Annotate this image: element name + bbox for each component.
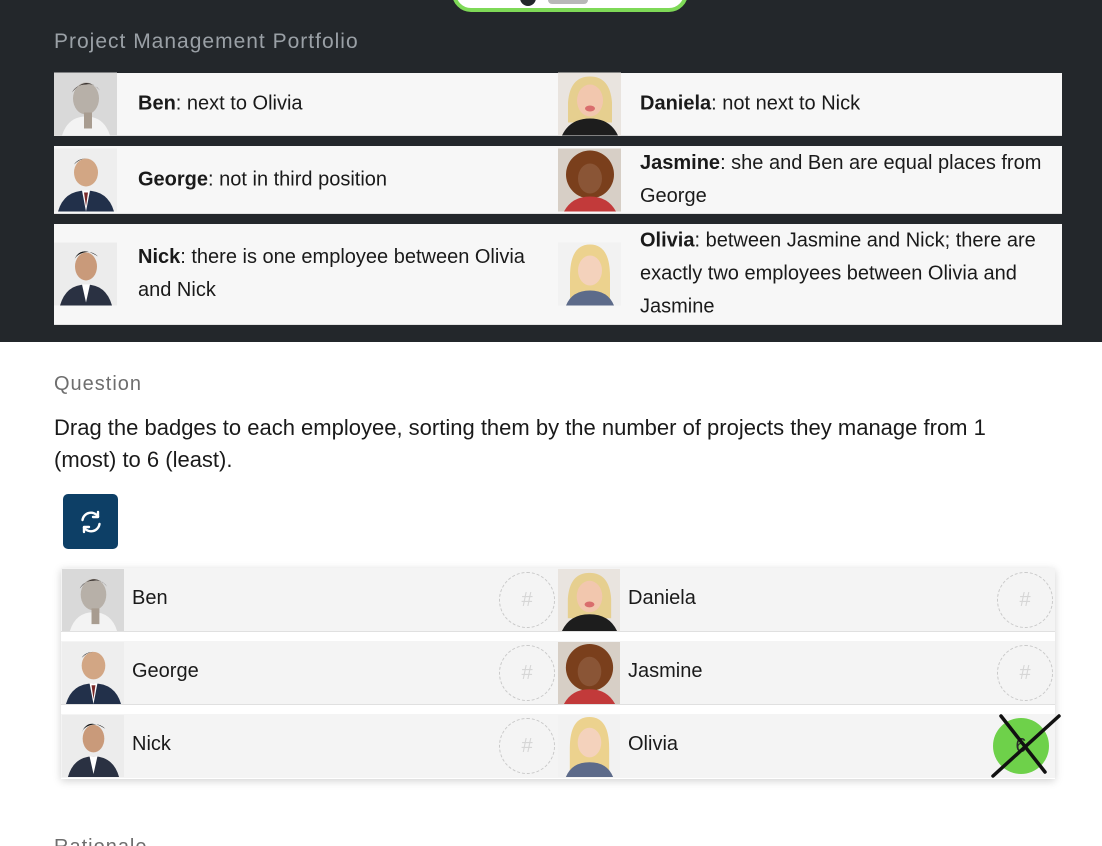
employee-name: Olivia <box>628 733 679 755</box>
daniela-photo <box>558 569 620 631</box>
clue-detail: : not in third position <box>208 168 388 190</box>
answer-ben[interactable]: Ben # <box>61 568 557 632</box>
badge-drop-slot[interactable]: # <box>499 718 555 774</box>
clue-george: George: not in third position <box>54 146 557 213</box>
answer-jasmine[interactable]: Jasmine # <box>557 641 1055 705</box>
pill-label-placeholder <box>548 0 588 4</box>
clue-detail: : not next to Nick <box>711 92 861 115</box>
jasmine-photo <box>558 148 621 211</box>
clue-name: Olivia <box>640 229 695 252</box>
badge-drop-slot[interactable]: # <box>997 572 1053 628</box>
jasmine-photo <box>558 642 620 704</box>
clue-row: George: not in third position Jasmine: s… <box>54 146 1062 214</box>
question-text: Drag the badges to each employee, sortin… <box>54 415 986 472</box>
answer-olivia[interactable]: Olivia 6 <box>557 714 1061 778</box>
clue-row: Nick: there is one employee between Oliv… <box>54 224 1062 325</box>
answer-nick[interactable]: Nick # <box>61 714 557 778</box>
clue-detail: : between Jasmine and Nick; there are ex… <box>640 229 1036 318</box>
clue-olivia: Olivia: between Jasmine and Nick; there … <box>557 224 1062 324</box>
daniela-photo <box>558 72 621 136</box>
portfolio-panel: Project Management Portfolio Ben: next t… <box>0 0 1102 342</box>
clue-name: George <box>138 168 209 190</box>
employee-name: George <box>132 660 199 682</box>
employee-name: Ben <box>132 587 168 609</box>
incorrect-cross-icon <box>991 714 1061 778</box>
badge-drop-slot[interactable]: # <box>499 572 555 628</box>
clue-name: Jasmine <box>640 151 721 174</box>
answer-grid: Ben # Daniela # George # Jasmine # Nick … <box>61 568 1061 779</box>
placed-badge[interactable]: 6 <box>991 714 1061 778</box>
george-photo <box>62 642 124 704</box>
reset-button[interactable] <box>63 494 118 549</box>
ben-photo <box>62 569 124 631</box>
question-heading: Question <box>54 373 143 395</box>
clue-name: Ben <box>138 92 176 115</box>
nick-photo <box>62 715 124 777</box>
clue-row: Ben: next to Olivia Daniela: not next to… <box>54 72 1062 136</box>
pill-icon <box>520 0 536 6</box>
refresh-icon <box>78 509 104 535</box>
submit-pill-button[interactable] <box>452 0 688 12</box>
nick-photo <box>54 242 117 306</box>
employee-name: Jasmine <box>628 660 703 682</box>
answer-row: Nick # Olivia 6 <box>61 714 1061 778</box>
ben-photo <box>54 72 117 136</box>
clue-ben: Ben: next to Olivia <box>54 72 557 136</box>
badge-drop-slot[interactable]: # <box>499 645 555 701</box>
employee-name: Nick <box>132 733 171 755</box>
answer-george[interactable]: George # <box>61 641 557 705</box>
george-photo <box>54 148 117 211</box>
clue-daniela: Daniela: not next to Nick <box>557 72 1062 136</box>
olivia-photo <box>558 242 621 306</box>
rationale-heading: Rationale <box>54 836 148 846</box>
clue-name: Daniela <box>640 92 712 115</box>
clue-nick: Nick: there is one employee between Oliv… <box>54 224 557 324</box>
clue-jasmine: Jasmine: she and Ben are equal places fr… <box>557 146 1062 213</box>
clue-detail: : next to Olivia <box>175 92 303 115</box>
olivia-photo <box>558 715 620 777</box>
clue-name: Nick <box>138 246 181 268</box>
clue-detail: : there is one employee between Olivia a… <box>138 246 525 301</box>
employee-name: Daniela <box>628 587 696 609</box>
portfolio-title: Project Management Portfolio <box>54 30 359 53</box>
answer-row: Ben # Daniela # <box>61 568 1055 632</box>
badge-drop-slot[interactable]: # <box>997 645 1053 701</box>
answer-row: George # Jasmine # <box>61 641 1055 705</box>
answer-daniela[interactable]: Daniela # <box>557 568 1055 632</box>
